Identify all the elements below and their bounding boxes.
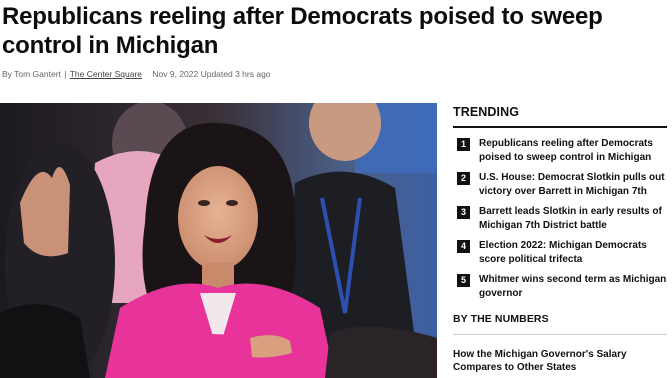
source-link[interactable]: The Center Square	[70, 69, 142, 79]
publish-date: Nov 9, 2022 Updated 3 hrs ago	[152, 69, 271, 79]
trending-item-2[interactable]: 2 U.S. House: Democrat Slotkin pulls out…	[453, 171, 672, 205]
byline: By Tom Gantert | The Center Square Nov 9…	[2, 69, 271, 79]
rank-badge: 5	[457, 274, 470, 287]
rank-badge: 2	[457, 172, 470, 185]
trending-link[interactable]: Whitmer wins second term as Michigan gov…	[479, 273, 672, 300]
author: By Tom Gantert	[2, 69, 61, 79]
trending-item-4[interactable]: 4 Election 2022: Michigan Democrats scor…	[453, 239, 672, 273]
numbers-link[interactable]: How the Michigan Governor's Salary Compa…	[453, 348, 663, 374]
trending-item-3[interactable]: 3 Barrett leads Slotkin in early results…	[453, 205, 672, 239]
trending-divider	[453, 126, 667, 128]
trending-link[interactable]: Republicans reeling after Democrats pois…	[479, 137, 672, 164]
numbers-divider	[453, 334, 667, 335]
trending-item-1[interactable]: 1 Republicans reeling after Democrats po…	[453, 137, 672, 171]
trending-link[interactable]: Barrett leads Slotkin in early results o…	[479, 205, 672, 232]
hero-photo-illustration	[0, 103, 437, 378]
trending-link[interactable]: Election 2022: Michigan Democrats score …	[479, 239, 672, 266]
sidebar: TRENDING 1 Republicans reeling after Dem…	[453, 100, 672, 374]
byline-separator: |	[64, 69, 67, 79]
trending-item-5[interactable]: 5 Whitmer wins second term as Michigan g…	[453, 273, 672, 307]
trending-title: TRENDING	[453, 105, 520, 119]
rank-badge: 4	[457, 240, 470, 253]
trending-list: 1 Republicans reeling after Democrats po…	[453, 137, 672, 307]
article-headline: Republicans reeling after Democrats pois…	[2, 3, 603, 59]
by-the-numbers-title: BY THE NUMBERS	[453, 313, 549, 325]
rank-badge: 3	[457, 206, 470, 219]
hero-photo[interactable]	[0, 103, 437, 378]
rank-badge: 1	[457, 138, 470, 151]
trending-link[interactable]: U.S. House: Democrat Slotkin pulls out v…	[479, 171, 672, 198]
